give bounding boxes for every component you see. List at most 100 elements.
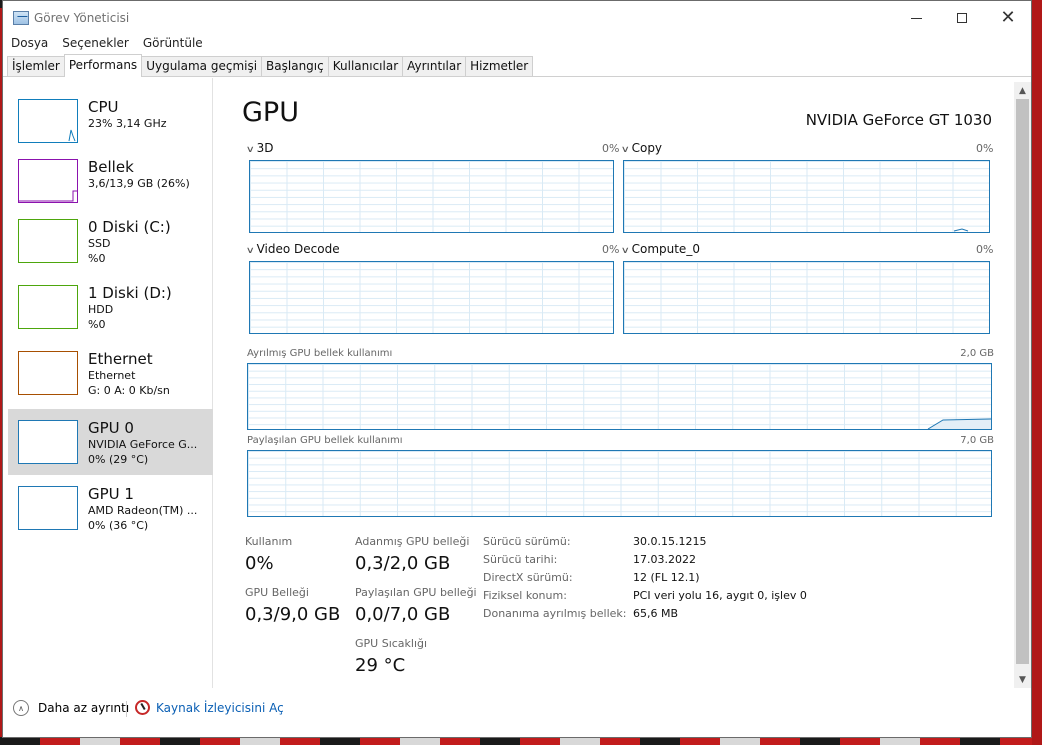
scroll-up-icon[interactable]: ▲	[1014, 82, 1031, 99]
engine-selector-compute[interactable]: ∨ Compute_0	[621, 242, 700, 256]
gpu-model-name: NVIDIA GeForce GT 1030	[805, 111, 992, 129]
engine-label: Video Decode	[256, 242, 340, 256]
chevron-up-icon: ∧	[13, 700, 29, 716]
sidebar-item-title: Bellek	[88, 158, 134, 176]
engine-percent: 0%	[602, 243, 620, 256]
footer-bar: ∧ Daha az ayrıntı Kaynak İzleyicisini Aç	[3, 688, 1031, 737]
sidebar-item-disk-d[interactable]: 1 Diski (D:) HDD %0	[8, 274, 213, 340]
tab-startup[interactable]: Başlangıç	[261, 56, 329, 76]
gpu1-mini-graph	[18, 486, 78, 530]
minimize-button[interactable]	[893, 1, 939, 35]
resource-monitor-icon	[135, 700, 150, 715]
scrollbar-thumb[interactable]	[1016, 99, 1029, 664]
sidebar-item-title: 1 Diski (D:)	[88, 284, 172, 302]
sidebar-item-gpu0[interactable]: GPU 0 NVIDIA GeForce G... 0% (29 °C)	[8, 409, 213, 475]
task-manager-icon	[13, 11, 29, 25]
engine-graph-compute	[623, 261, 990, 334]
engine-selector-video-decode[interactable]: ∨ Video Decode	[246, 242, 340, 256]
memory-mini-graph	[18, 159, 78, 203]
dedicated-memory-fill	[927, 418, 991, 429]
sidebar-item-title: 0 Diski (C:)	[88, 218, 171, 236]
driver-version-label: Sürücü sürümü:	[483, 535, 571, 548]
engine-label: Copy	[631, 141, 663, 155]
tab-details[interactable]: Ayrıntılar	[402, 56, 467, 76]
ethernet-mini-graph	[18, 351, 78, 395]
sidebar-item-detail: Ethernet	[88, 369, 136, 382]
desktop-background	[1032, 0, 1042, 745]
sidebar-item-detail: SSD	[88, 237, 111, 250]
gpu-memory-value: 0,3/9,0 GB	[245, 604, 341, 625]
cpu-mini-line	[68, 129, 76, 142]
task-manager-window: Görev Yöneticisi ✕ Dosya Seçenekler Görü…	[2, 0, 1032, 738]
sidebar-item-title: GPU 1	[88, 485, 134, 503]
desktop-background	[0, 737, 1042, 745]
page-title: GPU	[242, 97, 299, 128]
chevron-down-icon: ∨	[620, 145, 630, 155]
minimize-icon	[910, 17, 922, 19]
engine-graph-video-decode	[249, 261, 614, 334]
engine-graph-copy	[623, 160, 990, 233]
dedicated-memory-graph	[247, 363, 992, 430]
sidebar-item-detail: 23% 3,14 GHz	[88, 117, 167, 130]
dedicated-memory-max: 2,0 GB	[960, 348, 994, 359]
disk-c-mini-graph	[18, 219, 78, 263]
vertical-scrollbar[interactable]: ▲ ▼	[1014, 82, 1031, 688]
sidebar-item-cpu[interactable]: CPU 23% 3,14 GHz	[8, 88, 213, 154]
sidebar-item-title: Ethernet	[88, 350, 153, 368]
gpu0-mini-graph	[18, 420, 78, 464]
gpu-temperature-label: GPU Sıcaklığı	[355, 637, 428, 650]
menu-view[interactable]: Görüntüle	[143, 35, 203, 53]
copy-usage-line	[953, 228, 969, 232]
gpu-memory-label: GPU Belleği	[245, 586, 309, 599]
maximize-button[interactable]	[939, 1, 985, 35]
scroll-down-icon[interactable]: ▼	[1014, 671, 1031, 688]
engine-selector-3d[interactable]: ∨ 3D	[245, 141, 274, 155]
disk-d-mini-graph	[18, 285, 78, 329]
memory-mini-line	[19, 190, 77, 202]
engine-selector-copy[interactable]: ∨ Copy	[620, 141, 663, 155]
tab-services[interactable]: Hizmetler	[465, 56, 534, 76]
gpu-detail-panel: GPU NVIDIA GeForce GT 1030 ∨ 3D 0% ∨ Copy …	[218, 78, 1014, 688]
sidebar-item-memory[interactable]: Bellek 3,6/13,9 GB (26%)	[8, 148, 213, 214]
sidebar-item-value: G: 0 A: 0 Kb/sn	[88, 384, 170, 397]
sidebar-item-title: GPU 0	[88, 419, 134, 437]
sidebar-item-detail: 3,6/13,9 GB (26%)	[88, 177, 190, 190]
sidebar-item-ethernet[interactable]: Ethernet Ethernet G: 0 A: 0 Kb/sn	[8, 340, 213, 406]
tab-app-history[interactable]: Uygulama geçmişi	[141, 56, 263, 76]
title-bar: Görev Yöneticisi ✕	[3, 1, 1031, 35]
sidebar-item-disk-c[interactable]: 0 Diski (C:) SSD %0	[8, 208, 213, 274]
close-button[interactable]: ✕	[985, 1, 1031, 35]
dedicated-memory-label: Ayrılmış GPU bellek kullanımı	[247, 348, 393, 359]
physical-location-label: Fiziksel konum:	[483, 589, 567, 602]
tab-users[interactable]: Kullanıcılar	[327, 56, 404, 76]
maximize-icon	[957, 13, 967, 23]
sidebar-item-title: CPU	[88, 98, 119, 116]
close-icon: ✕	[1000, 7, 1016, 28]
chevron-down-icon: ∨	[245, 145, 255, 155]
hardware-reserved-memory-label: Donanıma ayrılmış bellek:	[483, 607, 627, 620]
driver-version-value: 30.0.15.1215	[633, 535, 707, 548]
dedicated-gpu-memory-value: 0,3/2,0 GB	[355, 553, 451, 574]
sidebar-item-gpu1[interactable]: GPU 1 AMD Radeon(TM) ... 0% (36 °C)	[8, 475, 213, 541]
menu-options[interactable]: Seçenekler	[62, 35, 129, 53]
window-title: Görev Yöneticisi	[34, 11, 130, 25]
tab-bar: İşlemler Performans Uygulama geçmişi Baş…	[3, 53, 1031, 77]
dedicated-gpu-memory-label: Adanmış GPU belleği	[355, 535, 470, 548]
engine-percent: 0%	[976, 243, 994, 256]
driver-date-value: 17.03.2022	[633, 553, 696, 566]
tab-processes[interactable]: İşlemler	[7, 56, 65, 76]
shared-memory-label: Paylaşılan GPU bellek kullanımı	[247, 435, 403, 446]
fewer-details-label: Daha az ayrıntı	[38, 701, 130, 715]
shared-memory-graph	[247, 450, 992, 517]
menu-bar: Dosya Seçenekler Görüntüle	[3, 35, 1031, 53]
open-resource-monitor-link[interactable]: Kaynak İzleyicisini Aç	[135, 700, 284, 715]
menu-file[interactable]: Dosya	[11, 35, 48, 53]
engine-label: 3D	[256, 141, 274, 155]
gpu-temperature-value: 29 °C	[355, 655, 406, 676]
shared-memory-max: 7,0 GB	[960, 435, 994, 446]
engine-percent: 0%	[602, 142, 620, 155]
sidebar-item-detail: AMD Radeon(TM) ...	[88, 504, 198, 517]
fewer-details-button[interactable]: ∧ Daha az ayrıntı	[13, 700, 129, 716]
engine-percent: 0%	[976, 142, 994, 155]
tab-performance[interactable]: Performans	[63, 54, 143, 77]
